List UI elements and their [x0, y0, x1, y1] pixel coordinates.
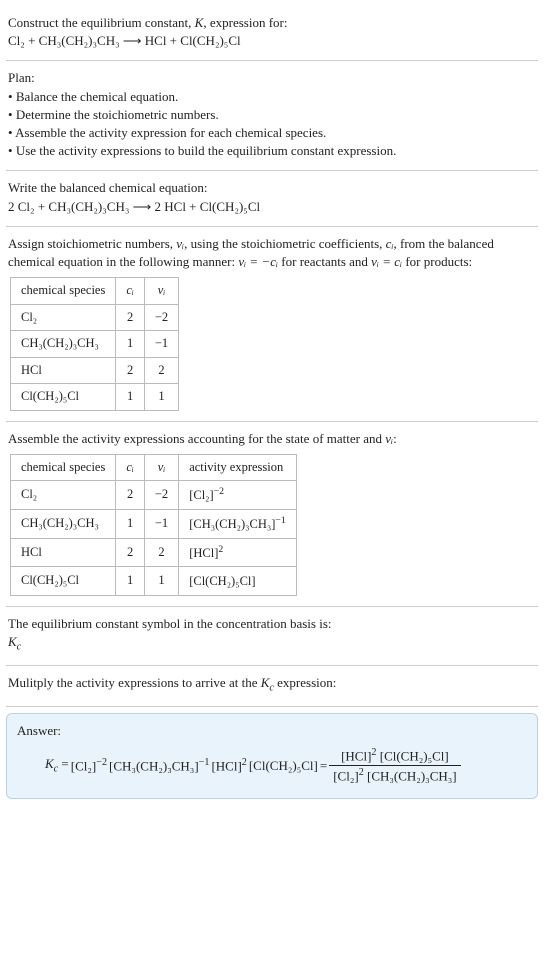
col-nui: νᵢ	[144, 454, 178, 481]
intro-text: Construct the equilibrium constant,	[8, 15, 195, 30]
col-ci: cᵢ	[116, 278, 145, 305]
table-row: Cl₂ 2 −2 [Cl₂]−2	[11, 481, 297, 510]
table-header-row: chemical species cᵢ νᵢ activity expressi…	[11, 454, 297, 481]
eq-arrow: ⟶	[123, 33, 142, 48]
term: [Cl(CH₂)₅Cl]	[249, 757, 318, 775]
plan-item: Determine the stoichiometric numbers.	[8, 106, 536, 124]
col-species: chemical species	[11, 454, 116, 481]
activity-text: Assemble the activity expressions accoun…	[8, 430, 536, 448]
fraction: [HCl]2 [Cl(CH₂)₅Cl] [Cl₂]2 [CH₃(CH₂)₃CH₃…	[329, 746, 460, 786]
intro-line: Construct the equilibrium constant, K, e…	[8, 14, 536, 32]
stoich-text: Assign stoichiometric numbers, νᵢ, using…	[8, 235, 536, 271]
plan-section: Plan: Balance the chemical equation. Det…	[6, 61, 538, 171]
balanced-equation: 2 Cl₂ + CH₃(CH₂)₃CH₃ ⟶ 2 HCl + Cl(CH₂)₅C…	[8, 198, 536, 216]
plan-list: Balance the chemical equation. Determine…	[8, 88, 536, 161]
activity-section: Assemble the activity expressions accoun…	[6, 422, 538, 607]
intro-equation: Cl₂ + CH₃(CH₂)₃CH₃ ⟶ HCl + Cl(CH₂)₅Cl	[8, 32, 536, 50]
table-row: Cl(CH₂)₅Cl11	[11, 384, 179, 411]
stoich-section: Assign stoichiometric numbers, νᵢ, using…	[6, 227, 538, 422]
table-row: Cl(CH₂)₅Cl 1 1 [Cl(CH₂)₅Cl]	[11, 567, 297, 596]
denominator: [Cl₂]2 [CH₃(CH₂)₃CH₃]	[329, 766, 460, 786]
kc-symbol: Kc	[8, 633, 536, 655]
intro-text-2: , expression for:	[203, 15, 287, 30]
table-row: Cl₂2−2	[11, 304, 179, 331]
table-row: HCl22	[11, 357, 179, 384]
eq-rhs: HCl + Cl(CH₂)₅Cl	[145, 33, 241, 48]
plan-item: Assemble the activity expression for eac…	[8, 124, 536, 142]
term: [Cl₂]−2	[71, 756, 107, 776]
activity-table: chemical species cᵢ νᵢ activity expressi…	[10, 454, 297, 596]
table-header-row: chemical species cᵢ νᵢ	[11, 278, 179, 305]
kc-lhs: Kc =	[45, 755, 69, 777]
intro-section: Construct the equilibrium constant, K, e…	[6, 6, 538, 61]
balanced-section: Write the balanced chemical equation: 2 …	[6, 171, 538, 226]
table-row: CH₃(CH₂)₃CH₃ 1 −1 [CH₃(CH₂)₃CH₃]−1	[11, 509, 297, 538]
table-row: CH₃(CH₂)₃CH₃1−1	[11, 331, 179, 358]
equals: =	[320, 757, 327, 775]
balanced-heading: Write the balanced chemical equation:	[8, 179, 536, 197]
col-activity: activity expression	[179, 454, 297, 481]
term: [CH₃(CH₂)₃CH₃]−1	[109, 756, 209, 776]
kc-symbol-text: The equilibrium constant symbol in the c…	[8, 615, 536, 633]
activity-expr: [Cl₂]−2	[179, 481, 297, 510]
kc-symbol-section: The equilibrium constant symbol in the c…	[6, 607, 538, 666]
col-ci: cᵢ	[116, 454, 145, 481]
plan-item: Balance the chemical equation.	[8, 88, 536, 106]
stoich-table: chemical species cᵢ νᵢ Cl₂2−2 CH₃(CH₂)₃C…	[10, 277, 179, 411]
eq-lhs: Cl₂ + CH₃(CH₂)₃CH₃	[8, 33, 120, 48]
plan-item: Use the activity expressions to build th…	[8, 142, 536, 160]
answer-box: Answer: Kc = [Cl₂]−2 [CH₃(CH₂)₃CH₃]−1 [H…	[6, 713, 538, 799]
multiply-text: Mulitply the activity expressions to arr…	[8, 674, 536, 696]
activity-expr: [HCl]2	[179, 538, 297, 567]
table-row: HCl 2 2 [HCl]2	[11, 538, 297, 567]
col-species: chemical species	[11, 278, 116, 305]
multiply-section: Mulitply the activity expressions to arr…	[6, 666, 538, 707]
answer-expression: Kc = [Cl₂]−2 [CH₃(CH₂)₃CH₃]−1 [HCl]2 [Cl…	[17, 746, 527, 786]
eq-arrow: ⟶	[133, 199, 152, 214]
activity-expr: [CH₃(CH₂)₃CH₃]−1	[179, 509, 297, 538]
term: [HCl]2	[211, 756, 246, 776]
answer-label: Answer:	[17, 722, 527, 740]
col-nui: νᵢ	[144, 278, 178, 305]
eq-lhs: 2 Cl₂ + CH₃(CH₂)₃CH₃	[8, 199, 129, 214]
numerator: [HCl]2 [Cl(CH₂)₅Cl]	[329, 746, 460, 767]
plan-heading: Plan:	[8, 69, 536, 87]
eq-rhs: 2 HCl + Cl(CH₂)₅Cl	[155, 199, 261, 214]
activity-expr: [Cl(CH₂)₅Cl]	[179, 567, 297, 596]
